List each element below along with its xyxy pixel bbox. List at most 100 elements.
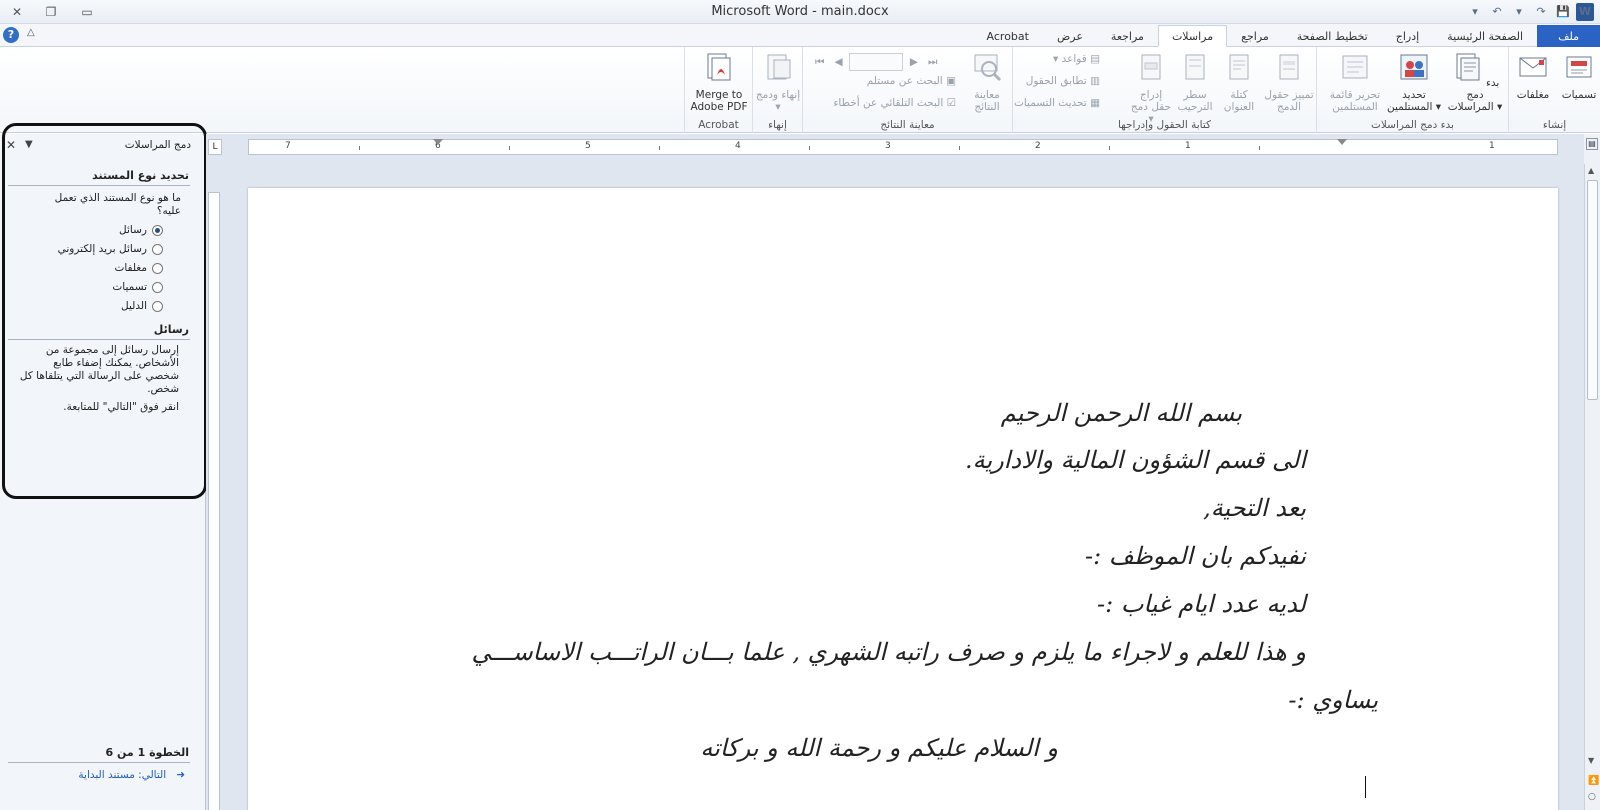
doc-line-basmala: بسم الله الرحمن الرحيم — [1000, 399, 1242, 427]
tab-mailings[interactable]: مراسلات — [1157, 25, 1228, 47]
greeting-line-button[interactable]: سطر الترحيب — [1173, 51, 1217, 113]
left-indent-marker[interactable] — [433, 139, 443, 145]
first-record-icon[interactable]: ⏮ — [815, 56, 824, 68]
address-block-button[interactable]: كتلة العنوان — [1217, 51, 1261, 113]
ruler-number: 3 — [885, 141, 891, 151]
ruler-tick — [359, 146, 360, 150]
document-page[interactable]: بسم الله الرحمن الرحيم الى قسم الشؤون ال… — [248, 188, 1558, 810]
radio-directory[interactable] — [152, 301, 163, 312]
tab-file[interactable]: ملف — [1537, 25, 1600, 47]
merge-to-pdf-label: Merge to Adobe PDF — [690, 89, 748, 113]
doc-line-employee: نفيدكم بان الموظف :- — [1085, 542, 1306, 570]
customize-qat-icon[interactable]: ▾ — [1466, 3, 1484, 21]
edit-recipient-list-button[interactable]: تحرير قائمة المستلمين — [1327, 51, 1383, 113]
previous-record-icon[interactable]: ◀ — [834, 56, 842, 68]
save-icon[interactable]: 💾 — [1554, 3, 1572, 21]
merge-to-pdf-button[interactable]: Merge to Adobe PDF — [687, 51, 751, 113]
undo-icon[interactable]: ↶ — [1488, 3, 1506, 21]
help-icon[interactable]: ? — [3, 27, 19, 43]
auto-check-errors-button[interactable]: ☑ البحث التلقائي عن أخطاء — [833, 97, 956, 109]
vertical-ruler-bar[interactable] — [208, 192, 220, 810]
option-email-label: رسائل بريد إلكتروني — [57, 243, 147, 255]
highlight-merge-fields-button[interactable]: تمييز حقول الدمج — [1263, 51, 1315, 113]
option-labels-label: تسميات — [112, 281, 147, 293]
tab-insert[interactable]: إدراج — [1382, 25, 1433, 47]
update-labels-icon: ▦ — [1090, 97, 1100, 109]
doc-line-greeting: بعد التحية, — [1203, 494, 1306, 522]
scroll-down-icon[interactable]: ▼ — [1588, 756, 1594, 765]
preview-results-button[interactable]: معاينة النتائج — [963, 51, 1011, 113]
greeting-line-label: سطر الترحيب — [1177, 89, 1213, 113]
tab-page-layout[interactable]: تخطيط الصفحة — [1283, 25, 1382, 47]
next-target: مستند البداية — [78, 769, 135, 781]
record-number-input[interactable] — [849, 53, 904, 71]
browse-object-icon[interactable]: ○ — [1588, 792, 1596, 802]
scrollbar-thumb[interactable] — [1587, 180, 1598, 400]
pane-options-icon[interactable]: ▼ — [25, 139, 33, 150]
next-record-icon[interactable]: ▶ — [910, 56, 918, 68]
preview-results-icon — [974, 54, 1002, 82]
start-mail-merge-button[interactable]: بدء دمج المراسلات ▾ — [1443, 51, 1507, 113]
ruler-tick — [959, 146, 960, 150]
ruler-tick — [509, 146, 510, 150]
tab-acrobat[interactable]: Acrobat — [973, 25, 1043, 47]
ruler-number: 4 — [735, 141, 741, 151]
group-preview: معاينة النتائج ⏮ ◀ ▶ ⏭ ▣ البحث عن مستلم … — [802, 47, 1012, 133]
scroll-up-icon[interactable]: ▲ — [1588, 166, 1594, 175]
envelopes-label: مغلفات — [1516, 89, 1550, 101]
redo-icon[interactable]: ↷ — [1532, 3, 1550, 21]
horizontal-ruler-row: L 7 6 5 4 3 2 1 1 — [206, 134, 1600, 164]
match-fields-button[interactable]: ▥ تطابق الحقول — [1026, 75, 1100, 87]
minimize-ribbon-icon[interactable]: △ — [27, 27, 35, 38]
doc-line-absence: لديه عدد ايام غياب :- — [1097, 590, 1306, 618]
last-record-icon[interactable]: ⏭ — [928, 56, 937, 68]
vertical-scrollbar[interactable]: ▲ ▼ ⏫ ○ — [1584, 164, 1600, 810]
group-create-label: إنشاء — [1542, 119, 1567, 131]
find-recipient-icon: ▣ — [946, 75, 956, 87]
word-logo-icon[interactable]: W — [1576, 3, 1594, 21]
next-label: التالي — [141, 769, 167, 781]
match-fields-icon: ▥ — [1090, 75, 1100, 87]
rules-label: قواعد — [1061, 53, 1087, 65]
rules-button[interactable]: ▤ قواعد ▾ — [1053, 53, 1100, 65]
tab-review[interactable]: مراجعة — [1097, 25, 1158, 47]
update-labels-button[interactable]: ▦ تحديث التسميات — [1014, 97, 1100, 109]
tab-view[interactable]: عرض — [1043, 25, 1097, 47]
continue-instruction: انقر فوق "التالي" للمتابعة. — [63, 401, 179, 413]
previous-page-icon[interactable]: ⏫ — [1588, 776, 1599, 786]
tab-references[interactable]: مراجع — [1227, 25, 1283, 47]
insert-merge-field-button[interactable]: إدراج حقل دمج ▾ — [1129, 51, 1173, 125]
find-recipient-button[interactable]: ▣ البحث عن مستلم — [867, 75, 956, 87]
right-indent-marker[interactable] — [1337, 139, 1347, 145]
view-ruler-icon[interactable]: ▤ — [1586, 138, 1598, 150]
horizontal-ruler[interactable]: 7 6 5 4 3 2 1 1 — [248, 139, 1558, 155]
radio-email[interactable] — [152, 244, 163, 255]
record-navigation: ⏮ ◀ ▶ ⏭ — [815, 53, 937, 71]
radio-envelopes[interactable] — [152, 263, 163, 274]
finish-merge-label: إنهاء ودمج — [755, 89, 801, 101]
address-block-icon — [1229, 54, 1249, 80]
undo-dropdown-icon[interactable]: ▾ — [1510, 3, 1528, 21]
close-pane-icon[interactable]: ✕ — [6, 138, 16, 152]
finish-merge-button[interactable]: إنهاء ودمج ▾ — [754, 51, 802, 113]
divider — [8, 339, 190, 340]
tab-home[interactable]: الصفحة الرئيسية — [1433, 25, 1537, 47]
radio-letters[interactable] — [152, 225, 163, 236]
tab-selector-icon[interactable]: L — [208, 139, 222, 155]
select-recipients-button[interactable]: تحديد المستلمين ▾ — [1385, 51, 1443, 113]
section-document-type: تحديد نوع المستند — [92, 169, 189, 182]
quick-access-toolbar: W 💾 ↷ ▾ ↶ ▾ — [1466, 3, 1594, 21]
edit-list-icon — [1342, 55, 1368, 79]
group-acrobat-label: Acrobat — [698, 119, 739, 131]
group-acrobat: Merge to Adobe PDF Acrobat — [684, 47, 752, 133]
labels-button[interactable]: تسميات — [1555, 51, 1600, 101]
insert-merge-field-label: إدراج حقل دمج — [1130, 89, 1172, 113]
update-labels-label: تحديث التسميات — [1013, 97, 1087, 109]
ruler-number: 2 — [1035, 141, 1041, 151]
next-step-link[interactable]: ➜ التالي: مستند البداية — [5, 769, 185, 781]
ruler-tick — [659, 146, 660, 150]
group-start-merge-label: بدء دمج المراسلات — [1371, 119, 1454, 131]
labels-label: تسميات — [1561, 89, 1597, 101]
envelopes-button[interactable]: مغلفات — [1509, 51, 1557, 101]
radio-labels[interactable] — [152, 282, 163, 293]
